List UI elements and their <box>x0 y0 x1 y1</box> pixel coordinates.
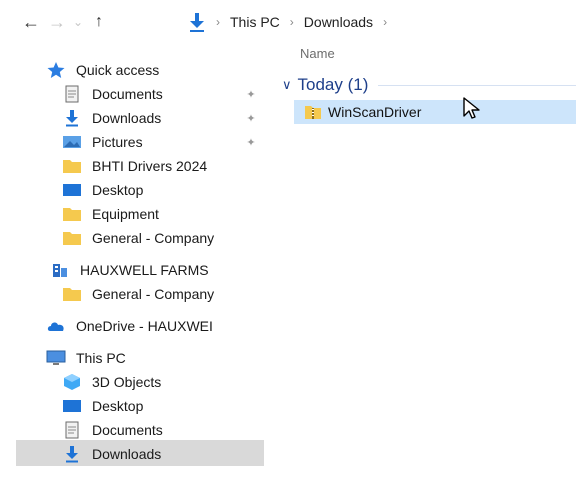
nav-pc-downloads[interactable]: Downloads <box>62 442 161 466</box>
back-arrow-icon: ← <box>22 11 40 32</box>
documents-icon <box>65 85 79 103</box>
recent-locations-button[interactable]: ⌄ <box>70 9 86 35</box>
nav-qa-desktop[interactable]: Desktop <box>62 178 143 202</box>
nav-hauxwell-general-company[interactable]: General - Company <box>62 282 214 306</box>
3d-objects-icon <box>64 374 80 390</box>
breadcrumb-separator[interactable]: › <box>383 15 387 29</box>
nav-quick-access[interactable]: Quick access <box>46 58 159 82</box>
breadcrumb-downloads[interactable]: Downloads <box>302 14 375 30</box>
zip-folder-icon <box>305 106 321 119</box>
desktop-icon <box>63 400 81 412</box>
group-divider <box>378 84 576 86</box>
navigation-pane: Quick access Documents ✦ Downloads ✦ Pic… <box>0 54 270 480</box>
pin-icon[interactable]: ✦ <box>244 111 258 125</box>
breadcrumb-separator: › <box>216 15 220 29</box>
nav-pc-3d-objects[interactable]: 3D Objects <box>62 370 161 394</box>
nav-onedrive[interactable]: OneDrive - HAUXWEI <box>46 314 213 338</box>
cloud-icon <box>47 322 64 331</box>
chevron-down-icon[interactable]: ∨ <box>282 77 292 93</box>
nav-qa-downloads[interactable]: Downloads <box>62 106 161 130</box>
up-arrow-icon: ↑ <box>95 13 103 30</box>
forward-arrow-icon: → <box>48 11 66 32</box>
back-button[interactable]: ← <box>18 9 44 35</box>
downloads-icon <box>190 13 204 32</box>
pin-icon[interactable]: ✦ <box>244 87 258 101</box>
pin-icon[interactable]: ✦ <box>244 135 258 149</box>
nav-qa-equipment[interactable]: Equipment <box>62 202 159 226</box>
forward-button[interactable]: → <box>44 9 70 35</box>
nav-qa-general-company[interactable]: General - Company <box>62 226 214 250</box>
mouse-cursor-icon <box>463 97 480 119</box>
downloads-icon <box>66 110 78 127</box>
computer-icon <box>46 350 66 365</box>
nav-qa-pictures[interactable]: Pictures <box>62 130 143 154</box>
breadcrumb-this-pc[interactable]: This PC <box>228 14 282 30</box>
chevron-down-icon: ⌄ <box>72 15 84 29</box>
folder-icon <box>63 288 81 301</box>
nav-qa-documents[interactable]: Documents <box>62 82 163 106</box>
breadcrumb[interactable]: › This PC › Downloads › <box>184 9 576 35</box>
nav-this-pc[interactable]: This PC <box>46 346 126 370</box>
file-row[interactable]: WinScanDriver <box>294 100 576 124</box>
file-name[interactable]: WinScanDriver <box>328 104 421 120</box>
breadcrumb-separator: › <box>289 15 294 29</box>
group-header-today[interactable]: ∨ Today (1) <box>282 72 576 98</box>
folder-icon <box>63 232 81 245</box>
pictures-icon <box>63 136 81 148</box>
folder-icon <box>63 208 81 221</box>
star-icon <box>47 62 65 78</box>
nav-pc-documents[interactable]: Documents <box>62 418 163 442</box>
nav-qa-bhti-drivers[interactable]: BHTI Drivers 2024 <box>62 154 207 178</box>
column-header-name[interactable]: Name <box>300 46 335 61</box>
sharepoint-building-icon <box>53 264 67 277</box>
documents-icon <box>65 421 79 439</box>
downloads-icon <box>66 446 78 463</box>
desktop-icon <box>63 184 81 196</box>
folder-icon <box>63 160 81 173</box>
nav-hauxwell-farms[interactable]: HAUXWELL FARMS <box>50 258 209 282</box>
nav-pc-desktop[interactable]: Desktop <box>62 394 143 418</box>
up-button[interactable]: ↑ <box>86 9 112 35</box>
